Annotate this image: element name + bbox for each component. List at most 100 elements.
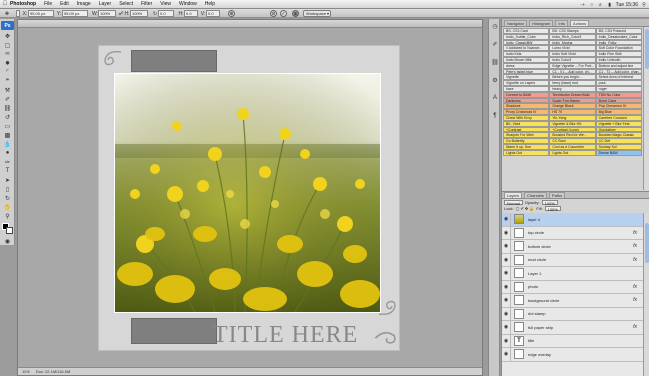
- layer-row[interactable]: ◉ full paper strip fx: [502, 321, 643, 335]
- w-field[interactable]: 100%: [98, 10, 116, 17]
- wifi-icon[interactable]: ○: [589, 2, 595, 8]
- menu-filter[interactable]: Filter: [141, 1, 152, 7]
- layer-row[interactable]: ◉ Ttitle: [502, 334, 643, 348]
- bluetooth-icon[interactable]: ⇢: [580, 2, 586, 8]
- clock[interactable]: Tue 15:36: [616, 2, 638, 8]
- menu-window[interactable]: Window: [179, 1, 197, 7]
- type-tool-icon[interactable]: T: [1, 167, 14, 175]
- blur-tool-icon[interactable]: 💧: [1, 140, 14, 148]
- layer-effects-icon[interactable]: fx: [633, 257, 637, 263]
- commit-transform-icon[interactable]: ✓: [280, 10, 287, 17]
- menu-select[interactable]: Select: [119, 1, 133, 7]
- layers-scroll-thumb[interactable]: [645, 223, 649, 263]
- pen-tool-icon[interactable]: ✑: [1, 158, 14, 166]
- path-selection-tool-icon[interactable]: ➤: [1, 176, 14, 184]
- x-field[interactable]: 95.00 px: [28, 10, 54, 17]
- reference-point-icon[interactable]: [16, 10, 20, 17]
- tab-layers[interactable]: Layers: [504, 192, 523, 198]
- layer-row[interactable]: ◉ dot stamp: [502, 307, 643, 321]
- layer-name[interactable]: photo: [528, 284, 538, 289]
- visibility-eye-icon[interactable]: ◉: [502, 280, 511, 293]
- layer-name[interactable]: background circle: [528, 298, 559, 303]
- layer-name[interactable]: dot stamp: [528, 311, 546, 316]
- history-brush-tool-icon[interactable]: ↺: [1, 113, 14, 121]
- lock-icons[interactable]: ▢ ✐ ✥ 🔒: [516, 206, 535, 211]
- gradient-tool-icon[interactable]: ▩: [1, 131, 14, 139]
- visibility-eye-icon[interactable]: ◉: [502, 226, 511, 239]
- layer-name[interactable]: mod circle: [528, 257, 546, 262]
- quick-mask-icon[interactable]: ◉: [1, 237, 14, 245]
- clone-stamp-tool-icon[interactable]: ⛓: [1, 104, 14, 112]
- shape-tool-icon[interactable]: ▯: [1, 185, 14, 193]
- layer-name[interactable]: top circle: [528, 230, 544, 235]
- visibility-eye-icon[interactable]: ◉: [502, 334, 511, 347]
- lasso-tool-icon[interactable]: ∞: [1, 50, 14, 58]
- layer-name[interactable]: layer 4: [528, 217, 540, 222]
- workspace-menu[interactable]: Workspace ▾: [303, 10, 331, 17]
- menu-layer[interactable]: Layer: [99, 1, 112, 7]
- action-item[interactable]: Dense B&W: [595, 149, 642, 156]
- angle-field[interactable]: 0.0: [158, 10, 174, 17]
- move-tool-options-icon[interactable]: ✥: [2, 10, 12, 17]
- visibility-eye-icon[interactable]: ◉: [502, 267, 511, 280]
- tab-paths[interactable]: Paths: [548, 192, 566, 198]
- menu-app-name[interactable]: Photoshop: [10, 1, 36, 7]
- layer-effects-icon[interactable]: fx: [633, 324, 637, 330]
- layer-row[interactable]: ◉ edge overlay: [502, 348, 643, 362]
- menu-image[interactable]: Image: [77, 1, 91, 7]
- visibility-eye-icon[interactable]: ◉: [502, 253, 511, 266]
- brush-tool-icon[interactable]: ✐: [1, 95, 14, 103]
- marquee-tool-icon[interactable]: ▢: [1, 41, 14, 49]
- canvas[interactable]: TITLE HERE: [98, 45, 400, 351]
- cancel-transform-icon[interactable]: ⊘: [270, 10, 277, 17]
- layers-scrollbar[interactable]: [643, 213, 649, 376]
- eyedropper-tool-icon[interactable]: ❞: [1, 77, 14, 85]
- warp-mode-icon[interactable]: ⊕: [228, 10, 235, 17]
- spotlight-icon[interactable]: ⚲: [641, 2, 647, 8]
- blend-mode-select[interactable]: Normal: [504, 199, 523, 206]
- layer-name[interactable]: title: [528, 338, 534, 343]
- move-tool-icon[interactable]: ✥: [1, 32, 14, 40]
- layer-effects-icon[interactable]: fx: [633, 243, 637, 249]
- document-tab[interactable]: [18, 20, 482, 28]
- color-swatches[interactable]: [1, 222, 14, 235]
- actions-scrollbar[interactable]: [643, 27, 649, 190]
- layer-row[interactable]: ◉ bottom circle fx: [502, 240, 643, 254]
- tab-histogram[interactable]: Histogram: [529, 20, 554, 26]
- character-panel-icon[interactable]: A: [490, 93, 500, 103]
- actions-scroll-thumb[interactable]: [645, 29, 649, 69]
- background-color-swatch[interactable]: [6, 227, 13, 234]
- skew-v-field[interactable]: 0.0: [206, 10, 220, 17]
- eraser-tool-icon[interactable]: ▭: [1, 122, 14, 130]
- brushes-panel-icon[interactable]: ✐: [490, 39, 500, 49]
- layer-row[interactable]: ◉ layer 4: [502, 213, 643, 227]
- volume-icon[interactable]: ♬: [598, 2, 604, 8]
- tab-actions[interactable]: Actions: [570, 20, 590, 26]
- opacity-field[interactable]: 100%: [541, 199, 558, 206]
- healing-brush-tool-icon[interactable]: ⚒: [1, 86, 14, 94]
- layer-name[interactable]: edge overlay: [528, 352, 551, 357]
- action-item[interactable]: Lights Out: [503, 149, 550, 156]
- fill-field[interactable]: 100%: [544, 205, 561, 212]
- layer-row[interactable]: ◉ mod circle fx: [502, 253, 643, 267]
- magic-wand-tool-icon[interactable]: ✸: [1, 59, 14, 67]
- action-item[interactable]: Lights Out: [549, 149, 596, 156]
- layer-name[interactable]: full paper strip: [528, 325, 553, 330]
- 3d-rotate-tool-icon[interactable]: ↻: [1, 194, 14, 202]
- h-field[interactable]: 100%: [130, 10, 148, 17]
- layer-row[interactable]: ◉ top circle fx: [502, 226, 643, 240]
- layer-effects-icon[interactable]: fx: [633, 284, 637, 290]
- visibility-eye-icon[interactable]: ◉: [502, 321, 511, 334]
- tool-presets-panel-icon[interactable]: ⚙: [490, 75, 500, 85]
- layer-name[interactable]: bottom circle: [528, 244, 551, 249]
- zoom-tool-icon[interactable]: ⚲: [1, 212, 14, 220]
- skew-h-field[interactable]: 0.0: [184, 10, 198, 17]
- menu-help[interactable]: Help: [205, 1, 215, 7]
- menu-view[interactable]: View: [160, 1, 171, 7]
- visibility-eye-icon[interactable]: ◉: [502, 240, 511, 253]
- clone-source-panel-icon[interactable]: ⛓: [490, 57, 500, 67]
- crop-tool-icon[interactable]: ⌜: [1, 68, 14, 76]
- layer-effects-icon[interactable]: fx: [633, 230, 637, 236]
- visibility-eye-icon[interactable]: ◉: [502, 348, 511, 361]
- history-panel-icon[interactable]: ◷: [490, 21, 500, 31]
